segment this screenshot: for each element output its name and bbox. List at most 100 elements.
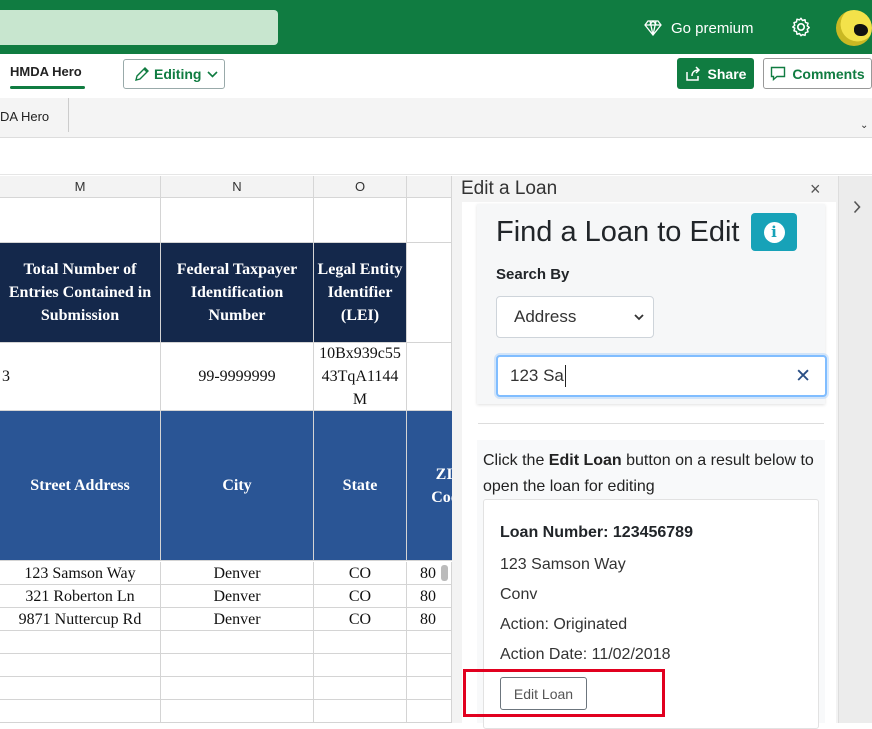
column-header-n[interactable]: N <box>161 176 314 198</box>
grid-cell[interactable] <box>407 700 452 723</box>
pane-title: Edit a Loan <box>461 178 558 199</box>
section-divider <box>478 423 824 424</box>
search-box[interactable] <box>0 10 278 45</box>
pane-collapse-strip <box>838 176 872 723</box>
comments-label: Comments <box>792 65 865 82</box>
loan-action: Action: Originated <box>500 616 628 633</box>
grid-cell[interactable] <box>314 631 407 654</box>
instruction-prefix: Click the <box>483 452 549 469</box>
table-cell[interactable]: 321 Roberton Ln <box>0 585 161 608</box>
search-by-label: Search By <box>496 266 570 283</box>
spreadsheet-grid[interactable]: M N O Total Number of Entries Contained … <box>0 176 452 723</box>
grid-cell[interactable] <box>314 700 407 723</box>
table-cell[interactable]: CO <box>314 585 407 608</box>
header-cell-zip-code[interactable]: ZIP Code <box>407 411 452 561</box>
gear-icon[interactable] <box>790 16 812 38</box>
grid-cell[interactable] <box>161 198 314 243</box>
info-icon: i <box>763 221 785 243</box>
grid-cell[interactable] <box>0 198 161 243</box>
grid-cell[interactable] <box>314 654 407 677</box>
grid-scrollbar-thumb[interactable] <box>441 565 448 581</box>
go-premium-link[interactable]: Go premium <box>644 17 754 39</box>
comments-button[interactable]: Comments <box>763 58 872 89</box>
search-input[interactable]: 123 Sa ✕ <box>496 355 827 397</box>
results-instruction: Click the Edit Loan button on a result b… <box>483 448 821 500</box>
value-cell-lei[interactable]: 10Bx939c5543TqA1144M <box>314 343 407 411</box>
pane-content: Find a Loan to Edit i Search By Address … <box>462 202 836 729</box>
tab-hmda-hero[interactable]: HMDA Hero <box>10 64 82 79</box>
find-loan-heading: Find a Loan to Edit <box>496 216 740 248</box>
share-icon <box>685 65 700 81</box>
grid-cell[interactable] <box>407 677 452 700</box>
ribbon-group-hmda-hero[interactable]: DA Hero <box>0 109 49 124</box>
formula-bar-area <box>0 139 872 175</box>
ribbon-expand-icon[interactable]: ⌄ <box>860 120 868 131</box>
value-cell-federal-tin[interactable]: 99-9999999 <box>161 343 314 411</box>
edit-loan-task-pane: Edit a Loan × Find a Loan to Edit i Sear… <box>452 176 838 729</box>
chevron-down-icon <box>207 70 219 78</box>
grid-cell[interactable] <box>161 631 314 654</box>
table-cell[interactable]: 80 <box>407 608 452 631</box>
header-cell-street-address[interactable]: Street Address <box>0 411 161 561</box>
grid-cell[interactable] <box>407 343 452 411</box>
search-input-value: 123 Sa <box>510 366 564 385</box>
share-button[interactable]: Share <box>677 58 754 89</box>
column-header-p[interactable] <box>407 176 452 198</box>
loan-address: 123 Samson Way <box>500 556 626 573</box>
editing-mode-button[interactable]: Editing <box>123 59 225 89</box>
column-header-m[interactable]: M <box>0 176 161 198</box>
comment-icon <box>771 66 786 81</box>
header-cell-city[interactable]: City <box>161 411 314 561</box>
grid-cell[interactable] <box>161 677 314 700</box>
header-cell-federal-tin[interactable]: Federal Taxpayer Identification Number <box>161 243 314 343</box>
loan-type: Conv <box>500 586 538 603</box>
search-by-value: Address <box>514 307 577 326</box>
ribbon-tabs: HMDA Hero Editing Share Comments <box>0 54 872 98</box>
go-premium-label: Go premium <box>671 19 754 37</box>
active-tab-indicator <box>10 86 85 89</box>
pencil-icon <box>135 67 149 81</box>
grid-cell[interactable] <box>161 700 314 723</box>
value-cell-total-entries[interactable]: 3 <box>0 343 161 411</box>
table-cell[interactable]: Denver <box>161 585 314 608</box>
chevron-down-icon <box>634 314 644 321</box>
clear-search-icon[interactable]: ✕ <box>795 365 811 388</box>
ribbon-body: DA Hero ⌄ <box>0 98 872 138</box>
app-header: Go premium <box>0 0 872 54</box>
edit-loan-highlight-box <box>463 669 665 717</box>
chevron-right-icon[interactable] <box>853 200 861 214</box>
header-cell-state[interactable]: State <box>314 411 407 561</box>
ribbon-divider <box>68 98 69 132</box>
grid-cell[interactable] <box>0 654 161 677</box>
grid-cell[interactable] <box>0 677 161 700</box>
avatar[interactable] <box>836 10 872 46</box>
grid-cell[interactable] <box>407 654 452 677</box>
table-cell[interactable]: Denver <box>161 562 314 585</box>
info-button[interactable]: i <box>751 213 797 251</box>
grid-cell[interactable] <box>314 677 407 700</box>
grid-cell[interactable] <box>161 654 314 677</box>
close-icon[interactable]: × <box>810 179 821 200</box>
column-header-o[interactable]: O <box>314 176 407 198</box>
header-cell-lei[interactable]: Legal Entity Identifier (LEI) <box>314 243 407 343</box>
table-cell[interactable]: Denver <box>161 608 314 631</box>
editing-label: Editing <box>154 66 202 82</box>
grid-cell[interactable] <box>0 631 161 654</box>
table-cell[interactable]: 123 Samson Way <box>0 562 161 585</box>
table-cell[interactable]: CO <box>314 562 407 585</box>
search-by-select[interactable]: Address <box>496 296 654 338</box>
diamond-icon <box>644 20 662 36</box>
grid-cell[interactable] <box>407 198 452 243</box>
table-cell[interactable]: 9871 Nuttercup Rd <box>0 608 161 631</box>
header-cell-total-entries[interactable]: Total Number of Entries Contained in Sub… <box>0 243 161 343</box>
grid-cell[interactable] <box>314 198 407 243</box>
grid-cell[interactable] <box>407 631 452 654</box>
grid-cell[interactable] <box>0 700 161 723</box>
table-cell[interactable]: CO <box>314 608 407 631</box>
search-card: Find a Loan to Edit i Search By Address … <box>477 204 827 404</box>
grid-cell[interactable] <box>407 243 452 343</box>
loan-action-date: Action Date: 11/02/2018 <box>500 646 671 663</box>
share-label: Share <box>707 65 747 82</box>
loan-number: Loan Number: 123456789 <box>500 524 693 541</box>
table-cell[interactable]: 80 <box>407 585 452 608</box>
